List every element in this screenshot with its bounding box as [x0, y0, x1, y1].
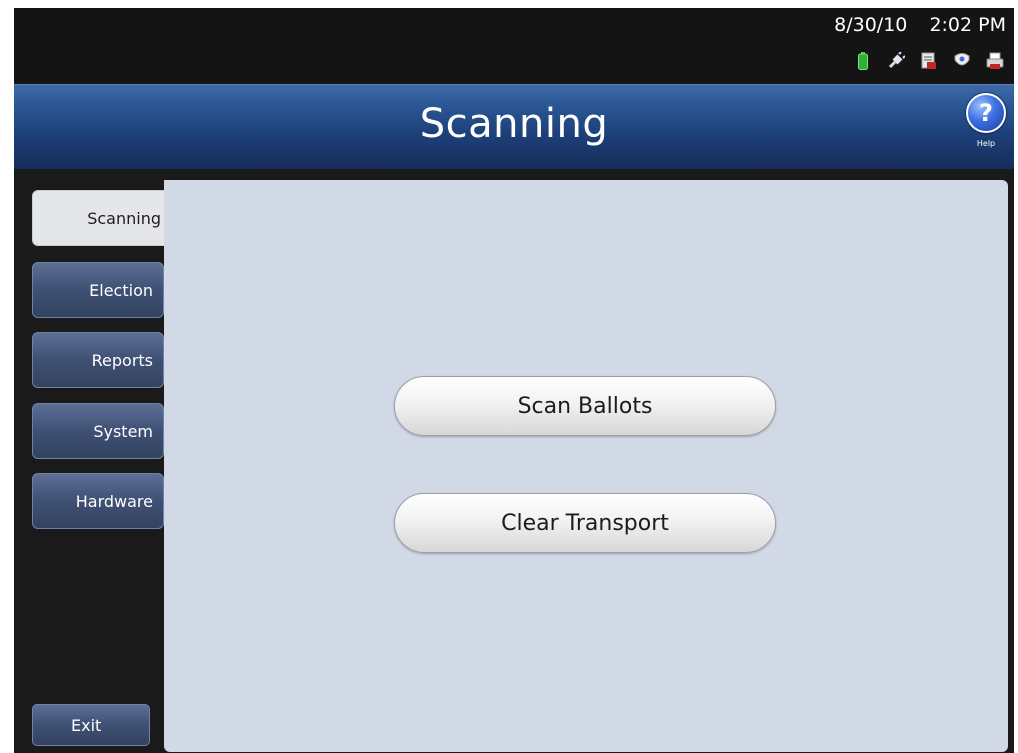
help-button[interactable]: ? Help	[966, 93, 1006, 155]
device-screen: 8/30/10 2:02 PM Scanning ? Help Scanning…	[14, 8, 1014, 753]
tab-election[interactable]: Election	[32, 262, 164, 318]
title-bar: Scanning ? Help	[14, 84, 1014, 169]
status-bar: 8/30/10 2:02 PM	[14, 8, 1014, 84]
power-plug-icon	[887, 51, 905, 71]
exit-button[interactable]: Exit	[32, 704, 150, 746]
content-panel: Scan Ballots Clear Transport	[164, 180, 1008, 752]
time-text: 2:02 PM	[929, 14, 1006, 36]
tab-hardware[interactable]: Hardware	[32, 473, 164, 529]
clear-transport-button[interactable]: Clear Transport	[394, 493, 776, 553]
status-icons	[854, 50, 1004, 72]
help-label: Help	[976, 139, 996, 148]
date-time: 8/30/10 2:02 PM	[834, 14, 1006, 36]
tab-scanning[interactable]: Scanning	[32, 190, 172, 246]
date-text: 8/30/10	[834, 14, 908, 36]
page-title: Scanning	[419, 101, 609, 147]
tab-reports[interactable]: Reports	[32, 332, 164, 388]
shield-icon	[953, 51, 971, 71]
help-question-icon: ?	[966, 93, 1006, 133]
tab-system[interactable]: System	[32, 403, 164, 459]
battery-icon	[854, 51, 872, 71]
printer-icon	[986, 51, 1004, 71]
document-icon	[920, 51, 938, 71]
scan-ballots-button[interactable]: Scan Ballots	[394, 376, 776, 436]
